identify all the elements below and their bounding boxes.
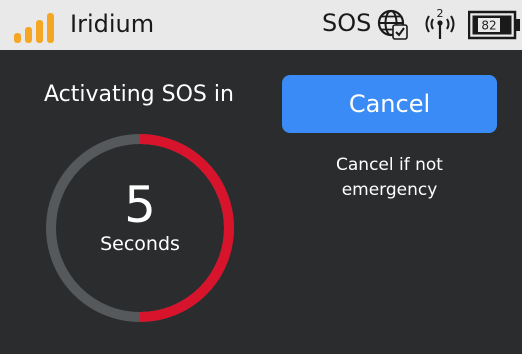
sos-screen: Iridium SOS 2 82 Activating SOS in 5 Sec… (0, 0, 522, 354)
countdown-value: 5 (124, 176, 156, 234)
countdown-unit: Seconds (100, 233, 180, 255)
battery-level: 82 (481, 19, 496, 33)
battery-icon: 82 (468, 10, 520, 40)
antenna-channel-number: 2 (437, 7, 444, 20)
cancel-hint-line-2: emergency (341, 180, 438, 200)
sos-indicator: SOS (322, 9, 372, 37)
cancel-hint: Cancel if not emergency (282, 153, 497, 203)
countdown-title: Activating SOS in (44, 82, 234, 107)
satellite-antenna-icon: 2 (425, 7, 455, 39)
signal-bars-icon (14, 13, 54, 43)
status-bar: Iridium SOS 2 82 (0, 0, 522, 50)
carrier-name: Iridium (70, 10, 155, 38)
cancel-hint-line-1: Cancel if not (336, 155, 443, 175)
cancel-button[interactable]: Cancel (282, 75, 497, 133)
globe-icon (377, 9, 408, 40)
